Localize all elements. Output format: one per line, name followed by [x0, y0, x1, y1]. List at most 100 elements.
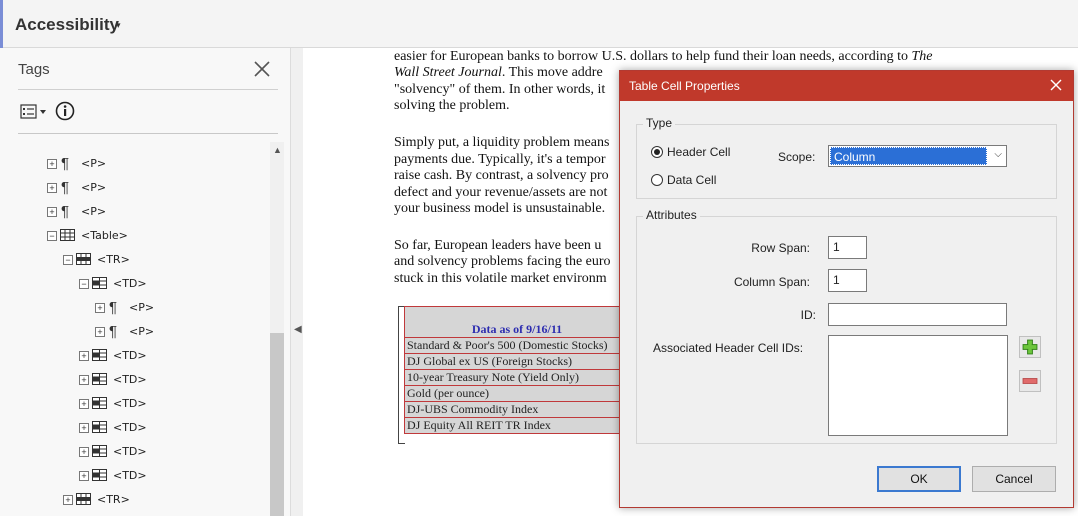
app-header: Accessibility ▾	[0, 0, 1078, 48]
paragraph-icon: ¶	[109, 323, 118, 340]
remove-header-id-button[interactable]	[1019, 370, 1041, 392]
table-cell[interactable]: Gold (per ounce)	[404, 385, 630, 402]
tags-panel: Tags + ¶ <P> + ¶ <P> + ¶ <P> − <Table> − <TR> − <TD> + ¶…	[0, 48, 291, 516]
document-text-line: and solvency problems facing the euro	[394, 254, 611, 269]
row-span-field[interactable]: 1	[828, 236, 867, 259]
column-span-field[interactable]: 1	[828, 269, 867, 292]
scope-select[interactable]: Column ⌵	[828, 145, 1007, 167]
add-header-id-button[interactable]	[1019, 336, 1041, 358]
table-cell[interactable]: 10-year Treasury Note (Yield Only)	[404, 369, 630, 386]
tree-item-label: <TD>	[113, 373, 147, 386]
dialog-title: Table Cell Properties	[629, 79, 740, 93]
scope-label: Scope:	[778, 150, 816, 164]
expand-icon[interactable]: +	[47, 207, 57, 217]
tree-item-label: <P>	[129, 301, 155, 314]
scrollbar-thumb[interactable]	[270, 333, 284, 516]
header-cell-radio[interactable]	[651, 146, 663, 158]
td-icon	[92, 445, 107, 457]
tree-item-label: <TR>	[97, 253, 130, 266]
table-header-cell[interactable]: Data as of 9/16/11	[404, 306, 630, 338]
document-text-line: easier for European banks to borrow U.S.…	[394, 49, 933, 64]
tree-item-label: <TD>	[113, 445, 147, 458]
divider	[18, 89, 278, 90]
expand-icon[interactable]: +	[79, 375, 89, 385]
options-menu-icon[interactable]	[20, 103, 50, 121]
tree-item-label: <P>	[129, 325, 155, 338]
table-cell[interactable]: DJ Equity All REIT TR Index	[404, 417, 630, 434]
table-cell[interactable]: DJ Global ex US (Foreign Stocks)	[404, 353, 630, 370]
tr-icon	[76, 493, 91, 505]
panel-splitter[interactable]: ◀	[291, 48, 303, 516]
associated-header-ids-label: Associated Header Cell IDs:	[653, 341, 804, 355]
tree-item-label: <TD>	[113, 349, 147, 362]
expand-icon[interactable]: +	[79, 423, 89, 433]
tree-item-label: <TD>	[113, 469, 147, 482]
column-span-label: Column Span:	[733, 275, 810, 289]
table-cell[interactable]: DJ-UBS Commodity Index	[404, 401, 630, 418]
collapse-icon[interactable]: −	[79, 279, 89, 289]
ok-button[interactable]: OK	[877, 466, 961, 492]
tree-item-label: <TR>	[97, 493, 130, 506]
expand-icon[interactable]: +	[79, 471, 89, 481]
associated-header-ids-list[interactable]	[828, 335, 1008, 436]
document-text-line: "solvency" of them. In other words, it	[394, 82, 606, 97]
expand-icon[interactable]: +	[79, 399, 89, 409]
scope-value: Column	[830, 147, 987, 165]
expand-icon[interactable]: +	[63, 495, 73, 505]
minus-icon	[1022, 378, 1038, 384]
document-text-line: Simply put, a liquidity problem means	[394, 135, 610, 150]
id-label: ID:	[800, 308, 816, 322]
tree-item-label: <Table>	[81, 229, 128, 242]
document-text-line: raise cash. By contrast, a solvency pro	[394, 168, 609, 183]
tree-item-label: <P>	[81, 181, 107, 194]
document-text-line: So far, European leaders have been u	[394, 238, 602, 253]
type-group-title: Type	[643, 116, 676, 130]
plus-icon	[1022, 339, 1038, 355]
collapse-panel-icon[interactable]: ◀	[294, 324, 302, 335]
document-text-line: Wall Street Journal. This move addre	[394, 65, 603, 80]
document-text-line: stuck in this volatile market environm	[394, 271, 607, 286]
paragraph-icon: ¶	[109, 299, 118, 316]
attributes-group-title: Attributes	[643, 208, 700, 222]
data-cell-radio[interactable]	[651, 174, 663, 186]
td-icon	[92, 373, 107, 385]
collapse-icon[interactable]: −	[47, 231, 57, 241]
info-icon[interactable]	[55, 101, 75, 121]
header-cell-label: Header Cell	[667, 145, 731, 159]
td-icon	[92, 277, 107, 289]
document-text-line: defect and your revenue/assets are not	[394, 185, 608, 200]
chevron-down-icon[interactable]: ▾	[116, 20, 121, 31]
chevron-up-icon[interactable]: ▲	[273, 145, 282, 155]
tags-tree[interactable]: + ¶ <P> + ¶ <P> + ¶ <P> − <Table> − <TR> − <TD> + ¶ <P> + ¶…	[0, 138, 270, 516]
document-text-line: payments due. Typically, it's a tempor	[394, 152, 606, 167]
collapse-icon[interactable]: −	[63, 255, 73, 265]
tree-item-label: <TD>	[113, 421, 147, 434]
expand-icon[interactable]: +	[95, 327, 105, 337]
tags-panel-title: Tags	[18, 61, 50, 78]
table-icon	[60, 229, 75, 241]
document-text-line: your business model is unsustainable.	[394, 201, 606, 216]
td-icon	[92, 469, 107, 481]
tree-item-label: <P>	[81, 205, 107, 218]
expand-icon[interactable]: +	[79, 351, 89, 361]
header-accent	[0, 0, 3, 48]
expand-icon[interactable]: +	[79, 447, 89, 457]
dialog-titlebar: Table Cell Properties	[620, 71, 1073, 101]
chevron-down-icon: ⌵	[994, 149, 1002, 160]
row-span-label: Row Span:	[751, 241, 810, 255]
paragraph-icon: ¶	[61, 155, 70, 172]
expand-icon[interactable]: +	[95, 303, 105, 313]
accessibility-menu[interactable]: Accessibility	[15, 15, 119, 35]
expand-icon[interactable]: +	[47, 159, 57, 169]
cancel-button[interactable]: Cancel	[972, 466, 1056, 492]
tree-item-label: <P>	[81, 157, 107, 170]
td-icon	[92, 397, 107, 409]
document-text-line: solving the problem.	[394, 98, 510, 113]
table-cell[interactable]: Standard & Poor's 500 (Domestic Stocks)	[404, 337, 630, 354]
expand-icon[interactable]: +	[47, 183, 57, 193]
td-icon	[92, 349, 107, 361]
tree-scrollbar[interactable]: ▲	[270, 142, 284, 516]
close-icon[interactable]	[1049, 78, 1063, 92]
id-field[interactable]	[828, 303, 1007, 326]
close-icon[interactable]	[253, 60, 271, 78]
